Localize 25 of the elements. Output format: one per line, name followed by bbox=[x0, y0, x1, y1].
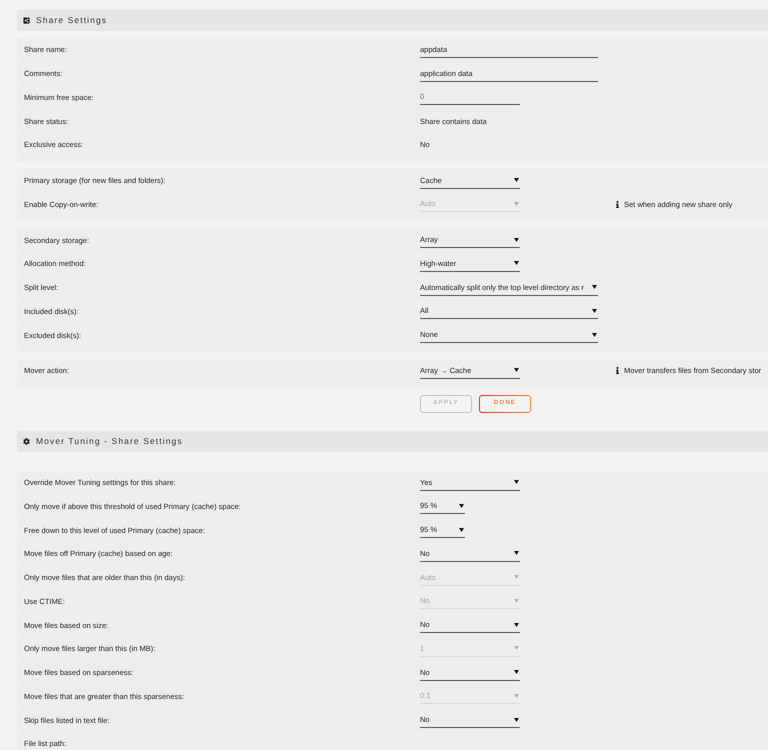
caret-icon bbox=[514, 598, 519, 603]
caret-icon bbox=[459, 504, 464, 508]
caret-icon bbox=[514, 480, 519, 484]
caret-icon bbox=[514, 622, 519, 627]
caret-icon bbox=[514, 718, 519, 722]
caret-icon bbox=[514, 551, 519, 556]
info-icon bbox=[616, 200, 619, 208]
caret-icon bbox=[514, 694, 519, 698]
section-title: Share Settings bbox=[36, 14, 108, 27]
caret-icon bbox=[514, 670, 519, 674]
settings-icon bbox=[23, 438, 30, 445]
caret-icon bbox=[514, 646, 519, 650]
caret-icon bbox=[592, 285, 597, 290]
caret-icon bbox=[514, 368, 519, 372]
caret-icon bbox=[592, 332, 597, 337]
info-icon bbox=[616, 367, 619, 374]
caret-icon bbox=[514, 238, 519, 242]
caret-icon bbox=[592, 308, 597, 313]
caret-icon bbox=[514, 202, 519, 206]
share-icon bbox=[23, 17, 30, 24]
caret-icon bbox=[514, 575, 519, 580]
section-title: Mover Tuning - Share Settings bbox=[36, 434, 183, 448]
caret-icon bbox=[514, 178, 519, 182]
caret-icon bbox=[459, 528, 464, 532]
caret-icon bbox=[514, 261, 519, 266]
